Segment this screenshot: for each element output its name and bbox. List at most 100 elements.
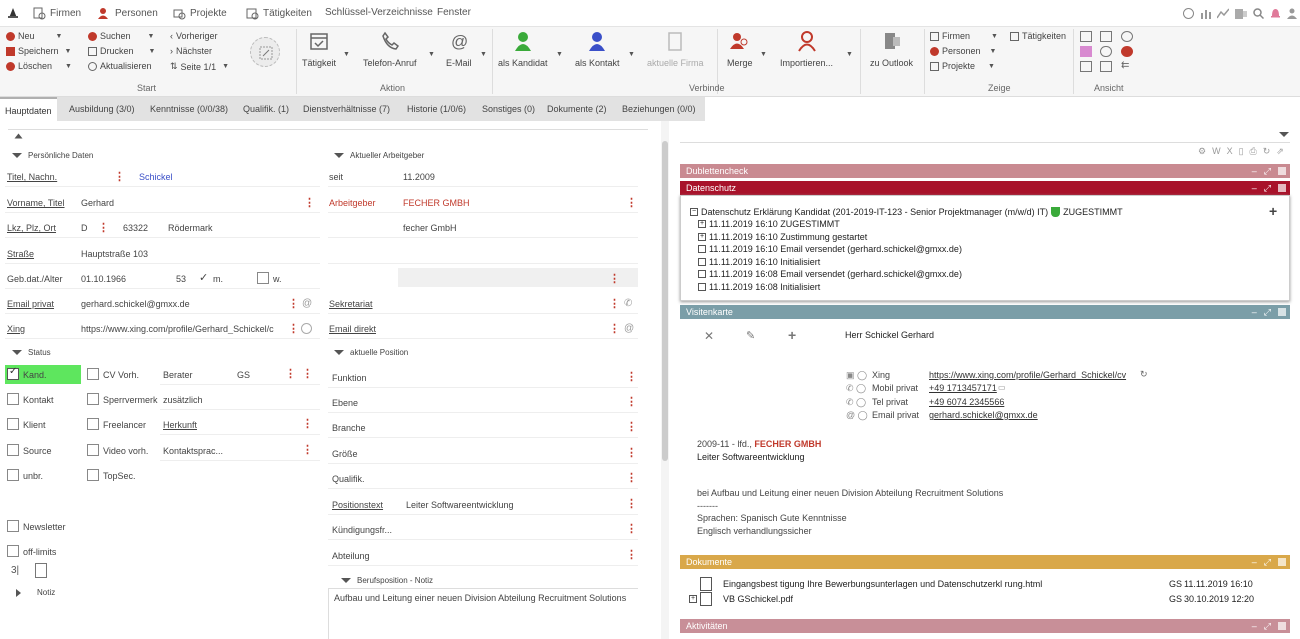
menu-projekte[interactable]: Projekte: [173, 7, 227, 20]
table-view-icon[interactable]: [1100, 31, 1112, 42]
tab-hauptdaten[interactable]: Hauptdaten: [0, 97, 57, 121]
tab-ausbildung[interactable]: Ausbildung (3/0): [64, 97, 140, 121]
field-vorname[interactable]: Gerhard: [81, 198, 114, 208]
kebab-lkz[interactable]: ⋮: [98, 223, 109, 234]
sms-icon[interactable]: ▭: [998, 383, 1006, 392]
label-herkunft[interactable]: Herkunft: [163, 420, 197, 430]
minimize-icon[interactable]: –: [1252, 181, 1257, 195]
tree-entry[interactable]: +11.11.2019 16:10 ZUGESTIMMT: [698, 219, 840, 229]
kebab-sekretariat[interactable]: ⋮: [609, 299, 620, 310]
section-employer[interactable]: Aktueller Arbeitgeber: [334, 151, 424, 160]
print-icon[interactable]: ⎙: [1250, 146, 1257, 157]
tab-sonstiges[interactable]: Sonstiges (0): [477, 97, 540, 121]
kebab-branche[interactable]: ⋮: [626, 422, 637, 433]
search-icon[interactable]: [1253, 8, 1265, 20]
zeige-firmen-button[interactable]: Firmen ▼: [930, 31, 998, 41]
expand-icon[interactable]: ⤢: [1264, 164, 1271, 178]
tab-qualifik[interactable]: Qualifik. (1): [238, 97, 294, 121]
section-status[interactable]: Status: [12, 348, 51, 357]
person-view-icon[interactable]: [1121, 31, 1133, 42]
maximize-icon[interactable]: [1278, 308, 1286, 316]
minimize-icon[interactable]: –: [1252, 164, 1257, 178]
export-icon[interactable]: ⇗: [1276, 146, 1284, 157]
card-xing-link[interactable]: https://www.xing.com/profile/Gerhard_Sch…: [929, 370, 1138, 380]
merge-button[interactable]: Merge: [727, 30, 753, 68]
tree-root[interactable]: − Datenschutz Erklärung Kandidat (201-201…: [690, 207, 1123, 217]
kebab-employer-row[interactable]: ⋮: [609, 274, 620, 285]
grid-view-icon[interactable]: [1080, 31, 1092, 42]
collapse-all-icon[interactable]: [14, 132, 23, 142]
field-berufsposition-notiz[interactable]: Aufbau und Leitung einer neuen Division …: [328, 588, 638, 639]
menu-schluessel[interactable]: Schlüssel-Verzeichnisse: [325, 7, 433, 18]
globe-icon[interactable]: [301, 323, 312, 334]
phone-icon[interactable]: ✆: [624, 298, 632, 309]
naechster-button[interactable]: › Nächster: [170, 46, 212, 56]
pdf-icon[interactable]: ▯: [1239, 146, 1244, 157]
kebab-kuendigung[interactable]: ⋮: [626, 524, 637, 535]
kebab-xing[interactable]: ⋮: [288, 324, 299, 335]
close-icon[interactable]: ✕: [704, 329, 714, 343]
tree-entry[interactable]: 11.11.2019 16:10 Initialisiert: [698, 257, 820, 267]
maximize-icon[interactable]: [1278, 622, 1286, 630]
panel-aktivitaeten-header[interactable]: Aktivitäten – ⤢: [680, 619, 1290, 633]
add-icon[interactable]: +: [788, 327, 796, 343]
importieren-button[interactable]: Importieren...: [780, 30, 833, 68]
minimize-icon[interactable]: –: [1252, 619, 1257, 633]
word-icon[interactable]: W: [1212, 146, 1221, 157]
chart-icon[interactable]: [1200, 8, 1212, 19]
field-firma-name[interactable]: fecher GmbH: [403, 223, 457, 233]
field-empty-employer[interactable]: [398, 268, 638, 287]
panel-visitenkarte-header[interactable]: Visitenkarte – ⤢: [680, 305, 1290, 319]
label-lkz-plz-ort[interactable]: Lkz, Plz, Ort: [7, 223, 56, 233]
checkbox-sperrvermerk[interactable]: [87, 393, 99, 405]
refresh-icon[interactable]: ↻: [1140, 369, 1148, 380]
label-sekretariat[interactable]: Sekretariat: [329, 299, 373, 309]
tree-entry[interactable]: 11.11.2019 16:10 Email versendet (gerhar…: [698, 244, 962, 254]
card-tel-link[interactable]: +49 6074 2345566: [929, 397, 1004, 407]
kebab-email-direkt[interactable]: ⋮: [609, 324, 620, 335]
at-icon[interactable]: @: [302, 298, 312, 309]
field-email-privat[interactable]: gerhard.schickel@gmxx.de: [81, 299, 190, 309]
menu-fenster[interactable]: Fenster: [437, 7, 471, 18]
user-icon[interactable]: [1287, 8, 1297, 19]
list-view-icon[interactable]: [1100, 61, 1112, 72]
at-icon[interactable]: @: [624, 323, 634, 334]
label-email-direkt[interactable]: Email direkt: [329, 324, 376, 334]
kebab-berater-1[interactable]: ⋮: [285, 369, 296, 380]
kebab-qualifik[interactable]: ⋮: [626, 473, 637, 484]
kebab-funktion[interactable]: ⋮: [626, 372, 637, 383]
checkbox-topsec[interactable]: [87, 469, 99, 481]
tab-dienstverhaeltnisse[interactable]: Dienstverhältnisse (7): [298, 97, 395, 121]
kebab-vorname[interactable]: ⋮: [304, 198, 315, 209]
eye-icon[interactable]: [1100, 46, 1112, 57]
text-direction-icon[interactable]: 3|: [11, 565, 19, 576]
aktualisieren-button[interactable]: Aktualisieren: [88, 61, 152, 71]
card-email-link[interactable]: gerhard.schickel@gmxx.de: [929, 410, 1038, 420]
panel-datenschutz-header[interactable]: Datenschutz – ⤢: [680, 181, 1290, 195]
seite-button[interactable]: ⇅ Seite 1/1 ▼: [170, 61, 229, 72]
kebab-titel[interactable]: ⋮: [114, 172, 125, 183]
expand-icon[interactable]: ⤢: [1264, 305, 1271, 319]
document-icon[interactable]: [35, 563, 47, 578]
settings-icon[interactable]: ⚙: [1198, 146, 1206, 157]
card-mobil-link[interactable]: +49 1713457171: [929, 383, 997, 393]
checkbox-unbr[interactable]: [7, 469, 19, 481]
left-scrollbar[interactable]: [661, 121, 669, 639]
checkbox-cv-vorh[interactable]: [87, 368, 99, 380]
checkbox-kontakt[interactable]: [7, 393, 19, 405]
expand-node-icon[interactable]: +: [698, 233, 706, 241]
zeige-projekte-button[interactable]: Projekte ▼: [930, 61, 995, 71]
kebab-kontaktsprache[interactable]: ⋮: [302, 445, 313, 456]
kebab-positionstext[interactable]: ⋮: [626, 499, 637, 510]
label-positionstext[interactable]: Positionstext: [332, 500, 383, 510]
menu-taetigkeiten[interactable]: Tätigkeiten: [246, 7, 312, 20]
menu-personen[interactable]: Personen: [98, 7, 158, 20]
tab-historie[interactable]: Historie (1/0/6): [402, 97, 471, 121]
bell-icon[interactable]: [1270, 7, 1281, 19]
tab-dokumente[interactable]: Dokumente (2): [542, 97, 612, 121]
label-strasse[interactable]: Straße: [7, 249, 34, 259]
field-positionstext[interactable]: Leiter Softwareentwicklung: [406, 500, 514, 510]
als-kandidat-button[interactable]: als Kandidat: [498, 30, 548, 68]
collapse-node-icon[interactable]: −: [690, 208, 698, 216]
field-lkz[interactable]: D: [81, 223, 88, 233]
